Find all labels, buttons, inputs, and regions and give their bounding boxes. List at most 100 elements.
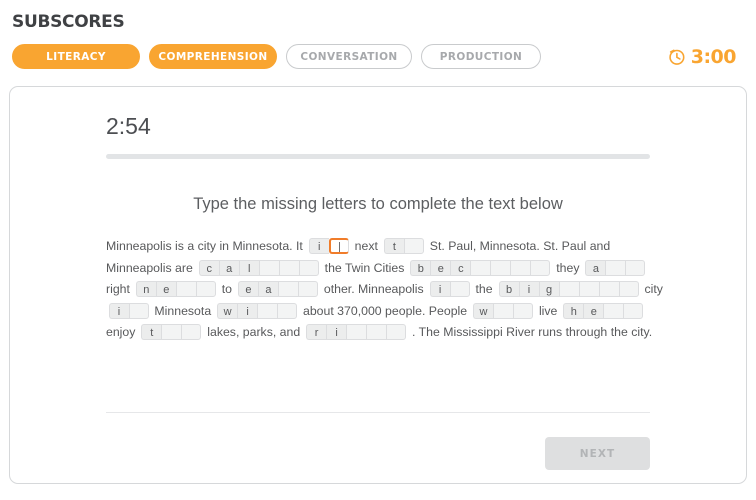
cloze-cell[interactable] [259,260,279,276]
cloze-text-run: Minnesota [151,304,215,318]
cloze-cell[interactable]: e [583,303,603,319]
cloze-text-run: the [472,282,496,296]
page-title: SUBSCORES [12,12,756,32]
cloze-cell[interactable]: i [309,238,329,254]
cloze-blank[interactable]: big [499,279,639,301]
cloze-cell[interactable] [277,303,297,319]
cloze-blank[interactable]: a [585,258,645,280]
cloze-cell[interactable] [386,324,406,340]
cloze-text-run: enjoy [106,325,139,339]
cloze-cell[interactable]: a [585,260,605,276]
cloze-cell[interactable] [513,303,533,319]
cloze-cell[interactable] [510,260,530,276]
cloze-cell[interactable] [493,303,513,319]
cloze-cell[interactable] [278,281,298,297]
cloze-cell[interactable]: a [258,281,278,297]
cloze-cell[interactable]: e [156,281,176,297]
cloze-cell[interactable] [579,281,599,297]
cloze-text-run: . The Mississippi River runs through the… [409,325,653,339]
cloze-cell[interactable]: t [141,324,161,340]
cloze-text-run: Minneapolis is a city in Minnesota. It [106,239,306,253]
cloze-cell[interactable]: r [306,324,326,340]
cloze-cell[interactable] [605,260,625,276]
cloze-cell[interactable] [176,281,196,297]
cloze-cell[interactable] [603,303,623,319]
cloze-cell[interactable] [450,281,470,297]
cloze-text: Minneapolis is a city in Minnesota. It i… [106,236,672,344]
cloze-blank[interactable]: t [141,322,201,344]
cloze-cell[interactable]: i [326,324,346,340]
cloze-blank[interactable]: i [430,279,470,301]
tab-conversation[interactable]: CONVERSATION [286,44,412,69]
cloze-text-run: city [641,282,663,296]
exercise-prompt: Type the missing letters to complete the… [106,195,650,214]
cloze-cell[interactable] [257,303,277,319]
cloze-cell[interactable] [196,281,216,297]
cloze-cell[interactable] [625,260,645,276]
cloze-blank[interactable]: w [473,301,533,323]
cloze-text-run: they [553,261,583,275]
cloze-blank[interactable]: i [109,301,149,323]
next-button[interactable]: NEXT [545,437,650,470]
elapsed-time: 2:54 [106,113,650,140]
tab-comprehension[interactable]: COMPREHENSION [149,44,277,69]
cloze-cell[interactable] [129,303,149,319]
cloze-cell[interactable]: w [473,303,493,319]
cloze-cell[interactable]: b [410,260,430,276]
cloze-blank[interactable]: ne [136,279,216,301]
cloze-cell[interactable]: e [430,260,450,276]
cloze-cell[interactable]: l [239,260,259,276]
cloze-text-run: next [351,239,381,253]
cloze-cell[interactable] [404,238,424,254]
cloze-cell[interactable]: t [384,238,404,254]
cloze-cell[interactable] [161,324,181,340]
cloze-cell[interactable]: c [199,260,219,276]
exercise-card: 2:54 Type the missing letters to complet… [9,86,747,484]
cloze-text-run: other. [320,282,358,296]
cloze-cell[interactable] [346,324,366,340]
cloze-cell[interactable]: i [519,281,539,297]
cloze-text-run: right [106,282,133,296]
cloze-blank[interactable]: bec [410,258,550,280]
cloze-cell[interactable]: i [430,281,450,297]
cloze-cell[interactable] [279,260,299,276]
countdown-timer: 3:00 [667,46,744,68]
cloze-blank[interactable]: cal [199,258,319,280]
cloze-cell[interactable] [490,260,510,276]
cloze-cell[interactable]: h [563,303,583,319]
cloze-blank[interactable]: wi [217,301,297,323]
cloze-cell[interactable]: n [136,281,156,297]
text-caret [339,242,340,252]
cloze-cell[interactable] [366,324,386,340]
cloze-cell[interactable]: w [217,303,237,319]
cloze-cell[interactable] [470,260,490,276]
cloze-cell[interactable]: a [219,260,239,276]
cloze-cell[interactable] [559,281,579,297]
cloze-blank[interactable]: ri [306,322,406,344]
cloze-cell[interactable] [181,324,201,340]
cloze-cell[interactable]: g [539,281,559,297]
cloze-text-run: live [536,304,561,318]
cloze-cell[interactable] [299,260,319,276]
cloze-blank[interactable]: i [309,236,349,258]
cloze-text-run: to [218,282,235,296]
cloze-blank[interactable]: he [563,301,643,323]
subscore-tabs: LITERACY COMPREHENSION CONVERSATION PROD… [12,44,756,69]
cloze-cell[interactable]: e [238,281,258,297]
cloze-cell[interactable]: i [109,303,129,319]
cloze-cell[interactable]: i [237,303,257,319]
tab-production[interactable]: PRODUCTION [421,44,541,69]
cloze-cell-active[interactable] [329,238,349,254]
cloze-cell[interactable] [530,260,550,276]
cloze-cell[interactable] [298,281,318,297]
cloze-cell[interactable] [599,281,619,297]
cloze-cell[interactable] [619,281,639,297]
tab-literacy[interactable]: LITERACY [12,44,140,69]
cloze-cell[interactable]: c [450,260,470,276]
timer-value: 3:00 [691,46,736,68]
cloze-text-run: about 370,000 people. People [300,304,471,318]
cloze-cell[interactable]: b [499,281,519,297]
cloze-blank[interactable]: ea [238,279,318,301]
cloze-cell[interactable] [623,303,643,319]
cloze-blank[interactable]: t [384,236,424,258]
